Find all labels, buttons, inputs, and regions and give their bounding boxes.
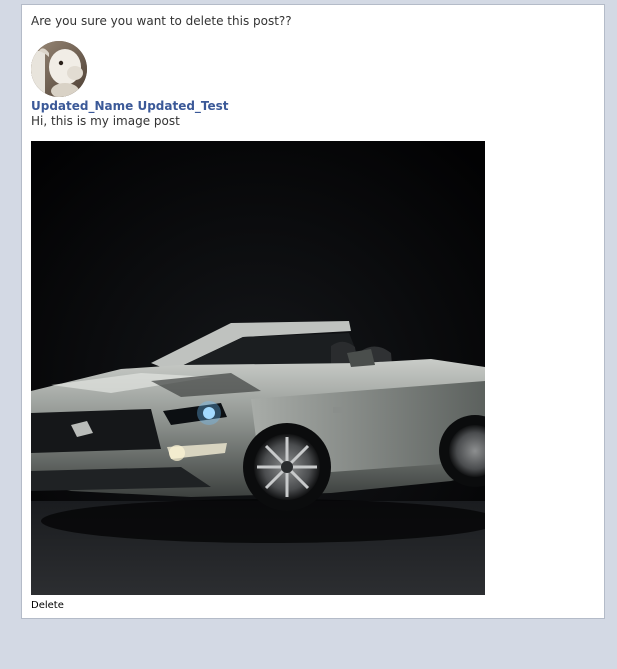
user-avatar-icon — [31, 41, 87, 97]
delete-confirmation-panel: Are you sure you want to delete this pos… — [21, 4, 605, 619]
delete-button[interactable]: Delete — [31, 600, 64, 611]
avatar[interactable] — [31, 41, 87, 97]
delete-question: Are you sure you want to delete this pos… — [31, 14, 292, 28]
post-image[interactable] — [31, 141, 485, 595]
post-text: Hi, this is my image post — [31, 114, 180, 128]
car-photo-icon — [31, 141, 485, 595]
author-name-link[interactable]: Updated_Name Updated_Test — [31, 99, 229, 113]
